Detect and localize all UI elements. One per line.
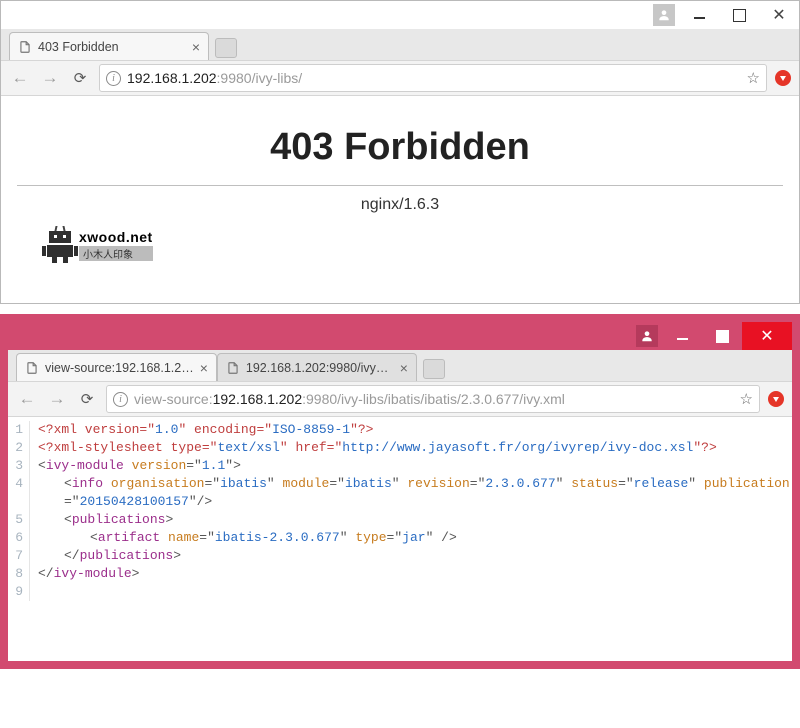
bookmark-star-icon[interactable]: ☆ xyxy=(740,390,753,408)
line-number: 5 xyxy=(8,511,23,529)
line-number: 8 xyxy=(8,565,23,583)
line-number: 3 xyxy=(8,457,23,475)
back-button[interactable]: ← xyxy=(16,388,38,410)
extension-icon[interactable] xyxy=(768,391,784,407)
window-titlebar: ✕ xyxy=(8,322,792,350)
source-code[interactable]: <?xml version="1.0" encoding="ISO-8859-1… xyxy=(30,421,792,601)
browser-tab-page[interactable]: 192.168.1.202:9980/ivy… × xyxy=(217,353,417,381)
window-titlebar: ✕ xyxy=(1,1,799,29)
tab-close-icon[interactable]: × xyxy=(400,360,408,376)
close-button[interactable]: ✕ xyxy=(759,1,799,29)
url-text: view-source:192.168.1.202:9980/ivy-libs/… xyxy=(134,391,734,407)
site-info-icon[interactable]: i xyxy=(106,71,121,86)
tab-strip: 403 Forbidden × xyxy=(1,29,799,60)
forward-button[interactable]: → xyxy=(39,67,61,89)
file-icon xyxy=(25,360,39,376)
new-tab-button[interactable] xyxy=(423,359,445,379)
maximize-button[interactable] xyxy=(719,1,759,29)
browser-tab[interactable]: 403 Forbidden × xyxy=(9,32,209,60)
tab-title: 403 Forbidden xyxy=(38,40,186,54)
line-gutter: 1 2 3 4 5 6 7 8 9 xyxy=(8,421,30,601)
browser-window-1: ✕ 403 Forbidden × ← → ⟳ i 192.168.1.202:… xyxy=(0,0,800,304)
watermark-domain: xwood.net xyxy=(79,229,153,245)
minimize-button[interactable] xyxy=(679,1,719,29)
divider xyxy=(17,185,783,186)
close-button[interactable]: ✕ xyxy=(742,322,792,350)
line-number: 9 xyxy=(8,583,23,601)
site-info-icon[interactable]: i xyxy=(113,392,128,407)
line-number: 4 xyxy=(8,475,23,511)
tab-strip: view-source:192.168.1.2… × 192.168.1.202… xyxy=(8,350,792,381)
forward-button[interactable]: → xyxy=(46,388,68,410)
line-number: 1 xyxy=(8,421,23,439)
robot-icon xyxy=(43,226,77,263)
file-icon xyxy=(18,39,32,55)
page-content: 403 Forbidden nginx/1.6.3 xwood.net 小木人印… xyxy=(1,96,799,303)
tab-title: view-source:192.168.1.2… xyxy=(45,361,194,375)
line-number: 7 xyxy=(8,547,23,565)
browser-window-2: ✕ view-source:192.168.1.2… × 192.168.1.2… xyxy=(0,314,800,669)
bookmark-star-icon[interactable]: ☆ xyxy=(747,69,760,87)
address-bar[interactable]: i 192.168.1.202:9980/ivy-libs/ ☆ xyxy=(99,64,767,92)
reload-button[interactable]: ⟳ xyxy=(76,388,98,410)
toolbar: ← → ⟳ i view-source:192.168.1.202:9980/i… xyxy=(8,381,792,417)
back-button[interactable]: ← xyxy=(9,67,31,89)
line-number: 6 xyxy=(8,529,23,547)
maximize-button[interactable] xyxy=(702,322,742,350)
url-text: 192.168.1.202:9980/ivy-libs/ xyxy=(127,70,741,86)
tab-title: 192.168.1.202:9980/ivy… xyxy=(246,361,394,375)
browser-tab-source[interactable]: view-source:192.168.1.2… × xyxy=(16,353,217,381)
file-icon xyxy=(226,360,240,376)
watermark-caption: 小木人印象 xyxy=(79,246,153,261)
tab-close-icon[interactable]: × xyxy=(192,39,200,55)
address-bar[interactable]: i view-source:192.168.1.202:9980/ivy-lib… xyxy=(106,385,760,413)
tab-close-icon[interactable]: × xyxy=(200,360,208,376)
server-signature: nginx/1.6.3 xyxy=(17,196,783,214)
profile-icon[interactable] xyxy=(636,325,658,347)
reload-button[interactable]: ⟳ xyxy=(69,67,91,89)
new-tab-button[interactable] xyxy=(215,38,237,58)
minimize-button[interactable] xyxy=(662,322,702,350)
toolbar: ← → ⟳ i 192.168.1.202:9980/ivy-libs/ ☆ xyxy=(1,60,799,96)
profile-icon[interactable] xyxy=(653,4,675,26)
view-source-pane: 1 2 3 4 5 6 7 8 9 <?xml version="1.0" en… xyxy=(8,417,792,661)
extension-icon[interactable] xyxy=(775,70,791,86)
watermark-logo: xwood.net 小木人印象 xyxy=(43,226,783,263)
error-heading: 403 Forbidden xyxy=(17,126,783,169)
line-number: 2 xyxy=(8,439,23,457)
